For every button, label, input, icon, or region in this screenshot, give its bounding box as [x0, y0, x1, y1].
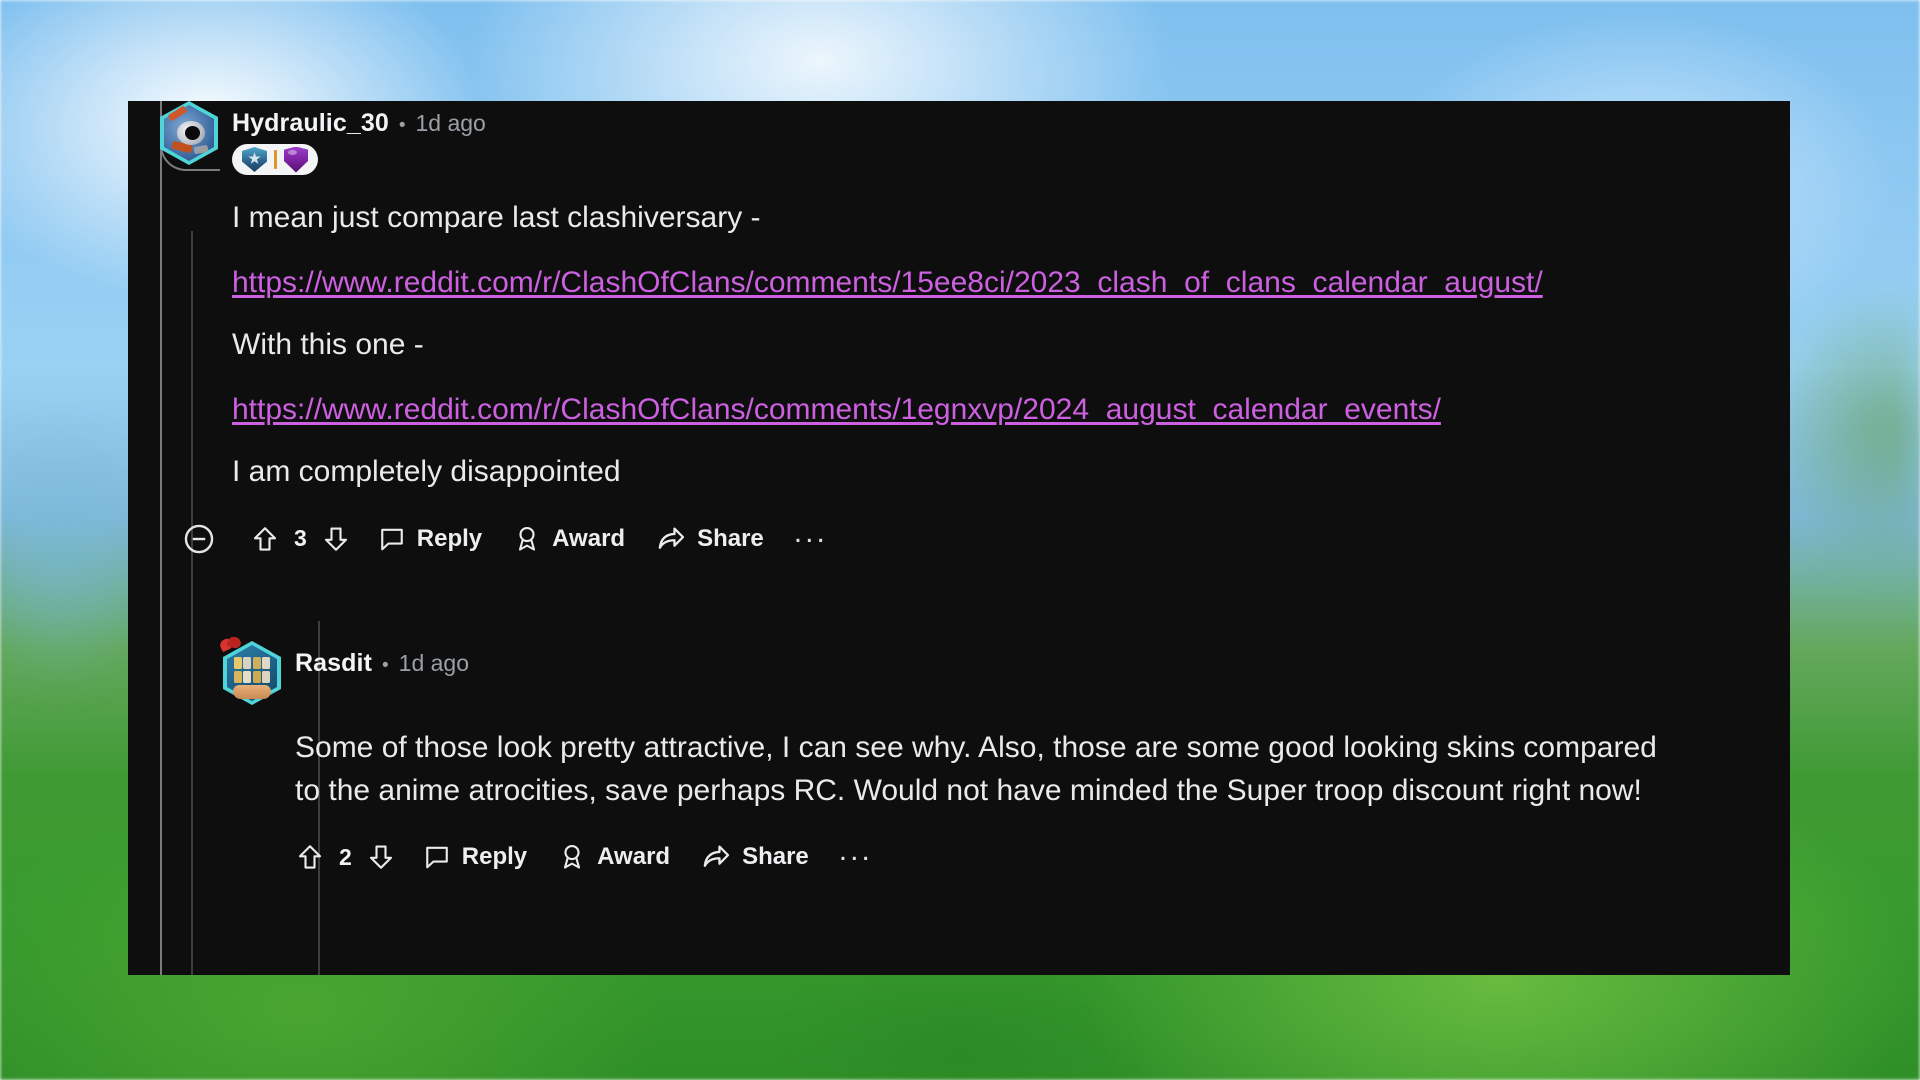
award-ribbon-icon — [557, 842, 587, 872]
collapse-minus-circle-icon — [182, 522, 216, 556]
award-ribbon-icon — [512, 524, 542, 554]
comment-body: Some of those look pretty attractive, I … — [295, 727, 1667, 812]
meta-separator: • — [398, 115, 406, 136]
comment-author-name[interactable]: Rasdit — [295, 649, 372, 678]
clan-badge-icon — [242, 147, 267, 172]
award-button[interactable]: Award — [557, 836, 686, 878]
meta-separator: • — [382, 655, 389, 676]
reply-label: Reply — [416, 524, 483, 552]
permalink-2023-calendar[interactable]: https://www.reddit.com/r/ClashOfClans/co… — [232, 266, 1543, 299]
reply-button[interactable]: Reply — [422, 836, 543, 878]
downvote-arrow-icon[interactable] — [321, 524, 351, 554]
downvote-arrow-icon[interactable] — [366, 842, 396, 872]
upvote-arrow-icon[interactable] — [295, 842, 325, 872]
share-button[interactable]: Share — [700, 835, 825, 879]
reply-label: Reply — [461, 843, 528, 871]
share-label: Share — [697, 524, 764, 552]
comment-header: Rasdit • 1d ago — [223, 641, 1763, 705]
vote-control: 3 — [250, 524, 351, 554]
comment-score: 2 — [339, 843, 352, 870]
reply-button[interactable]: Reply — [377, 518, 498, 560]
award-button[interactable]: Award — [512, 518, 641, 560]
comment-score: 3 — [294, 525, 307, 552]
share-arrow-icon — [700, 841, 732, 873]
share-button[interactable]: Share — [655, 517, 780, 561]
calendar-gift-avatar-icon[interactable] — [223, 641, 281, 705]
comment-link-paragraph: https://www.reddit.com/r/ClashOfClans/co… — [232, 262, 1632, 305]
comment-link-paragraph: https://www.reddit.com/r/ClashOfClans/co… — [232, 389, 1632, 432]
comment-timestamp: 1d ago — [398, 650, 470, 676]
comment-paragraph: Some of those look pretty attractive, I … — [295, 731, 1657, 807]
permalink-2024-calendar[interactable]: https://www.reddit.com/r/ClashOfClans/co… — [232, 393, 1441, 426]
comment-paragraph: I mean just compare last clashiversary - — [232, 201, 761, 234]
share-label: Share — [742, 843, 809, 871]
badge-divider — [274, 150, 277, 169]
more-options-button[interactable]: ... — [839, 834, 873, 880]
comment-paragraph: With this one - — [232, 328, 424, 362]
cannon-avatar-icon[interactable] — [160, 101, 218, 165]
comment-header: Hydraulic_30 • 1d ago — [160, 101, 1790, 175]
speech-bubble-icon — [377, 524, 407, 554]
comment-thread-item: Rasdit • 1d ago Some of those look prett… — [223, 641, 1763, 880]
user-flair-badge-pill[interactable] — [232, 144, 318, 175]
speech-bubble-icon — [422, 842, 452, 872]
award-label: Award — [552, 524, 626, 552]
award-label: Award — [597, 843, 671, 871]
comment-action-bar: 3 Reply Award Share ... — [182, 516, 1790, 562]
upvote-arrow-icon[interactable] — [250, 524, 280, 554]
comment-author-meta: Rasdit • 1d ago — [295, 641, 469, 678]
vote-control: 2 — [295, 842, 396, 872]
more-options-button[interactable]: ... — [794, 516, 828, 562]
comment-author-name[interactable]: Hydraulic_30 — [232, 109, 389, 138]
reddit-comment-panel: Hydraulic_30 • 1d ago I mean just compar… — [128, 101, 1790, 975]
comment-action-bar: 2 Reply Award Share ... — [295, 834, 1763, 880]
share-arrow-icon — [655, 523, 687, 555]
comment-paragraph: I am completely disappointed — [232, 455, 621, 489]
comment-author-meta: Hydraulic_30 • 1d ago — [232, 101, 486, 175]
comment-body: I mean just compare last clashiversary -… — [232, 197, 1632, 494]
comment-thread-item: Hydraulic_30 • 1d ago I mean just compar… — [160, 101, 1790, 562]
collapse-thread-button[interactable] — [182, 516, 232, 562]
league-shield-icon — [284, 146, 308, 173]
comment-timestamp: 1d ago — [415, 110, 486, 136]
